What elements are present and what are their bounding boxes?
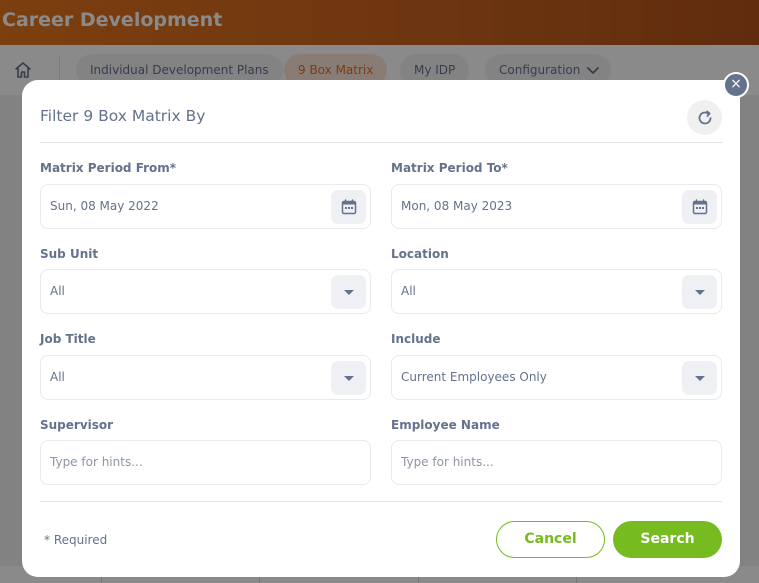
location-label: Location (391, 247, 449, 261)
caret-down-icon (694, 375, 705, 381)
location-select[interactable]: All (391, 269, 722, 314)
job-title-value: All (50, 370, 65, 384)
job-title-select[interactable]: All (40, 355, 371, 400)
supervisor-input[interactable]: Type for hints... (40, 440, 371, 485)
dropdown-toggle[interactable] (331, 361, 366, 395)
include-select[interactable]: Current Employees Only (391, 355, 722, 400)
caret-down-icon (343, 375, 354, 381)
period-to-label: Matrix Period To* (391, 161, 508, 175)
refresh-icon (698, 110, 711, 124)
calendar-button[interactable] (682, 190, 717, 224)
period-to-date-input[interactable]: Mon, 08 May 2023 (391, 184, 722, 229)
footer-divider (40, 501, 722, 502)
sub-unit-select[interactable]: All (40, 269, 371, 314)
sub-unit-label: Sub Unit (40, 247, 99, 261)
caret-down-icon (343, 289, 354, 295)
header-divider (40, 142, 722, 143)
search-button[interactable]: Search (613, 521, 722, 558)
employee-name-label: Employee Name (391, 418, 500, 432)
employee-name-input[interactable]: Type for hints... (391, 440, 722, 485)
dropdown-toggle[interactable] (331, 275, 366, 309)
calendar-icon (692, 199, 707, 215)
job-title-label: Job Title (40, 332, 96, 346)
supervisor-placeholder: Type for hints... (50, 455, 143, 469)
period-from-value: Sun, 08 May 2022 (50, 199, 159, 213)
location-value: All (401, 284, 416, 298)
calendar-button[interactable] (331, 190, 366, 224)
include-value: Current Employees Only (401, 370, 547, 384)
supervisor-label: Supervisor (40, 418, 114, 432)
dialog-title: Filter 9 Box Matrix By (40, 107, 206, 125)
filter-dialog: Filter 9 Box Matrix By Matrix Period Fro… (22, 80, 740, 577)
reset-button[interactable] (687, 100, 722, 135)
sub-unit-value: All (50, 284, 65, 298)
dropdown-toggle[interactable] (682, 361, 717, 395)
dropdown-toggle[interactable] (682, 275, 717, 309)
calendar-icon (341, 199, 356, 215)
caret-down-icon (694, 289, 705, 295)
employee-name-placeholder: Type for hints... (401, 455, 494, 469)
required-note: * Required (44, 533, 108, 547)
period-to-value: Mon, 08 May 2023 (401, 199, 513, 213)
cancel-button[interactable]: Cancel (496, 521, 605, 558)
close-icon[interactable]: × (723, 72, 749, 98)
include-label: Include (391, 332, 441, 346)
period-from-label: Matrix Period From* (40, 161, 177, 175)
period-from-date-input[interactable]: Sun, 08 May 2022 (40, 184, 371, 229)
